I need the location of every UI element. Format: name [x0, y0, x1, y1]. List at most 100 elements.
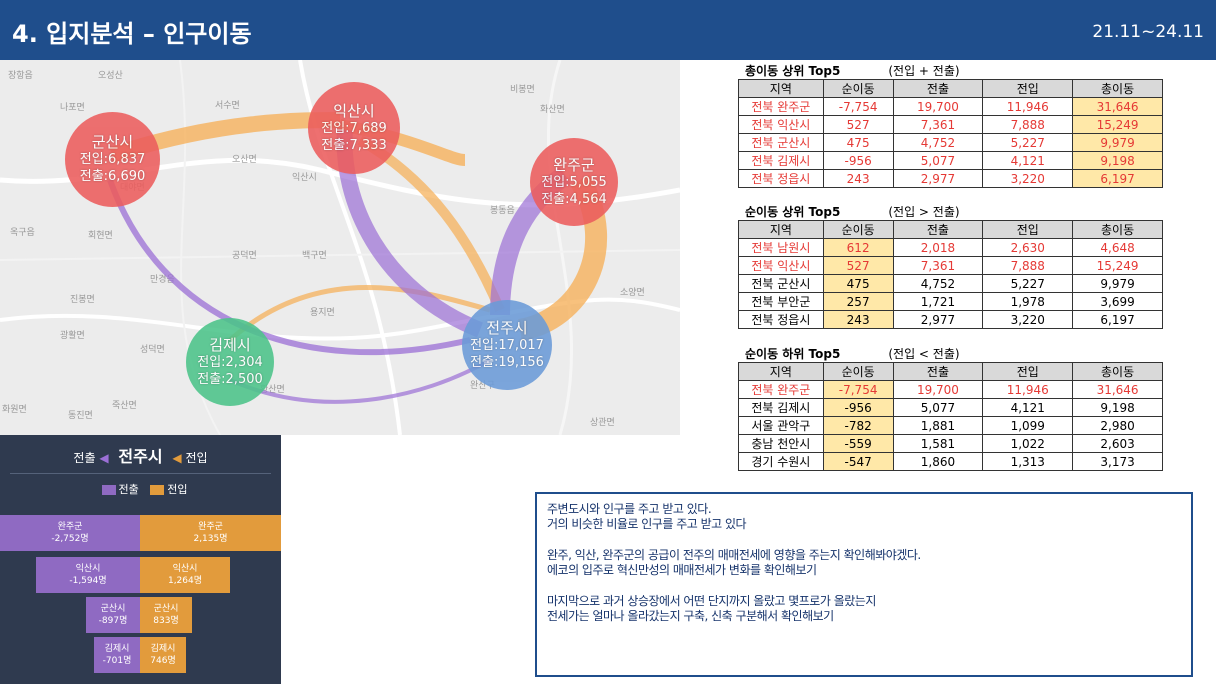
table1-title: 총이동 상위 Top5 (전입 + 전출): [745, 64, 960, 78]
table-row: 전북 완주군 -7,754 19,700 11,946 31,646: [738, 380, 1163, 399]
table-cell: 7,888: [982, 256, 1074, 275]
table-cell: 19,700: [892, 380, 984, 399]
table-cell: -7,754: [822, 97, 894, 116]
table-row: 전북 군산시 475 4,752 5,227 9,979: [738, 274, 1163, 293]
city-bubble-wanju: 완주군 전입:5,055 전출:4,564: [530, 138, 618, 226]
table-cell: 1,022: [982, 434, 1074, 453]
out-arrow-icon: ◀: [99, 451, 109, 465]
table-cell: 9,979: [1072, 133, 1163, 152]
table-cell: 2,980: [1072, 416, 1163, 435]
table-cell: 전북 정읍시: [738, 169, 824, 188]
table-cell: 3,220: [982, 310, 1074, 329]
note-line: 에코의 입주로 혁신만성의 매매전세가 변화를 확인해보기: [547, 563, 817, 577]
panel-divider: [10, 473, 271, 474]
table-cell: 4,752: [892, 133, 984, 152]
table-cell: 475: [822, 133, 894, 152]
table-cell: 9,198: [1072, 398, 1163, 417]
table-cell: 11,946: [982, 380, 1074, 399]
table-cell: 전북 익산시: [738, 115, 824, 134]
table-cell: 15,249: [1072, 115, 1163, 134]
table-cell: 전북 완주군: [738, 380, 824, 399]
table-cell: -956: [822, 398, 894, 417]
table-cell: 257: [822, 292, 894, 311]
city-bubble-iksan: 익산시 전입:7,689 전출:7,333: [308, 82, 400, 174]
table-row: 전북 익산시 527 7,361 7,888 15,249: [738, 115, 1163, 134]
table-cell: 5,077: [892, 398, 984, 417]
note-line: 전세가는 얼마나 올라갔는지 구축, 신축 구분해서 확인해보기: [547, 609, 834, 623]
table-row: 전북 익산시 527 7,361 7,888 15,249: [738, 256, 1163, 275]
table-cell: 1,978: [982, 292, 1074, 311]
table-cell: -956: [822, 151, 894, 170]
table-cell: 4,648: [1072, 238, 1163, 257]
table-cell: 15,249: [1072, 256, 1163, 275]
table-row: 서울 관악구 -782 1,881 1,099 2,980: [738, 416, 1163, 435]
table-row: 전북 완주군 -7,754 19,700 11,946 31,646: [738, 97, 1163, 116]
table-cell: 2,018: [892, 238, 984, 257]
table-cell: 527: [822, 115, 894, 134]
table-cell: 5,077: [892, 151, 984, 170]
slide-title: 4. 입지분석 – 인구이동: [12, 20, 252, 48]
flow-jeonju-gunsan-out: [107, 178, 471, 356]
table-total-top5: 지역 순이동 전출 전입 총이동 전북 완주군 -7,754 19,700 11,94…: [738, 79, 1163, 188]
table-cell: -547: [822, 452, 894, 471]
table-cell: 4,121: [982, 151, 1074, 170]
period-label: 21.11~24.11: [1092, 22, 1204, 42]
flow-iksan-jeonju-in: [357, 135, 505, 312]
table-cell: 3,220: [982, 169, 1074, 188]
note-line: 마지막으로 과거 상승장에서 어떤 단지까지 올랐고 몇프로가 올랐는지: [547, 594, 876, 608]
table-row: 전북 부안군 257 1,721 1,978 3,699: [738, 292, 1163, 311]
bar-out-gimje: 김제시 -701명: [94, 637, 140, 673]
table-cell: 전북 군산시: [738, 274, 824, 293]
table-row: 전북 정읍시 243 2,977 3,220 6,197: [738, 169, 1163, 188]
table-cell: 2,630: [982, 238, 1074, 257]
table-cell: 11,946: [982, 97, 1074, 116]
bar-in-gimje: 김제시 746명: [140, 637, 186, 673]
table-cell: 7,361: [892, 115, 984, 134]
table-cell: 243: [822, 169, 894, 188]
table-row: 전북 김제시 -956 5,077 4,121 9,198: [738, 151, 1163, 170]
city-bubble-jeonju: 전주시 전입:17,017 전출:19,156: [462, 300, 552, 390]
table-cell: -782: [822, 416, 894, 435]
table-cell: 전북 완주군: [738, 97, 824, 116]
table-cell: 경기 수원시: [738, 452, 824, 471]
migration-map: 장항읍오성산서수면나포면대야면오산면익산시비봉면화산면봉동읍옥구읍회현면공덕면백…: [0, 60, 680, 435]
note-line: 주변도시와 인구를 주고 받고 있다.: [547, 502, 712, 516]
note-line: 거의 비슷한 비율로 인구를 주고 받고 있다: [547, 517, 747, 531]
table-cell: 2,977: [892, 310, 984, 329]
table-cell: 3,173: [1072, 452, 1163, 471]
table-cell: 전북 김제시: [738, 151, 824, 170]
table-cell: 1,099: [982, 416, 1074, 435]
table-cell: 1,881: [892, 416, 984, 435]
table-cell: 서울 관악구: [738, 416, 824, 435]
table-row: 전북 남원시 612 2,018 2,630 4,648: [738, 238, 1163, 257]
table-cell: 충남 천안시: [738, 434, 824, 453]
note-line: 완주, 익산, 완주군의 공급이 전주의 매매전세에 영향을 주는지 확인해봐야…: [547, 548, 921, 562]
table-cell: 5,227: [982, 133, 1074, 152]
bar-in-iksan: 익산시 1,264명: [140, 557, 230, 593]
table-cell: 6,197: [1072, 310, 1163, 329]
table-row: 충남 천안시 -559 1,581 1,022 2,603: [738, 434, 1163, 453]
panel-title: 전출 ◀ 전주시 ◀ 전입: [73, 447, 208, 466]
in-arrow-icon: ◀: [172, 451, 182, 465]
table-cell: 전북 남원시: [738, 238, 824, 257]
table-cell: 31,646: [1072, 380, 1163, 399]
table-cell: -7,754: [822, 380, 894, 399]
table-cell: 475: [822, 274, 894, 293]
table-cell: 4,121: [982, 398, 1074, 417]
city-bubble-gunsan: 군산시 전입:6,837 전출:6,690: [65, 112, 160, 207]
table-cell: 9,198: [1072, 151, 1163, 170]
table-row: 전북 김제시 -956 5,077 4,121 9,198: [738, 398, 1163, 417]
table-cell: 7,361: [892, 256, 984, 275]
bar-out-wanju: 완주군 -2,752명: [0, 515, 140, 551]
table-cell: 19,700: [892, 97, 984, 116]
jeonju-flow-panel: 전출 ◀ 전주시 ◀ 전입 전출 전입 완주군 -2,752명 완주군 2,135명…: [0, 435, 281, 684]
table-cell: 전북 부안군: [738, 292, 824, 311]
table-cell: 31,646: [1072, 97, 1163, 116]
table-cell: 6,197: [1072, 169, 1163, 188]
table-cell: 전북 김제시: [738, 398, 824, 417]
table-net-bottom5: 지역 순이동 전출 전입 총이동 전북 완주군 -7,754 19,700 11,94…: [738, 362, 1163, 471]
table2-title: 순이동 상위 Top5 (전입 > 전출): [745, 205, 960, 219]
table-cell: 9,979: [1072, 274, 1163, 293]
table-cell: 2,603: [1072, 434, 1163, 453]
table-cell: 4,752: [892, 274, 984, 293]
